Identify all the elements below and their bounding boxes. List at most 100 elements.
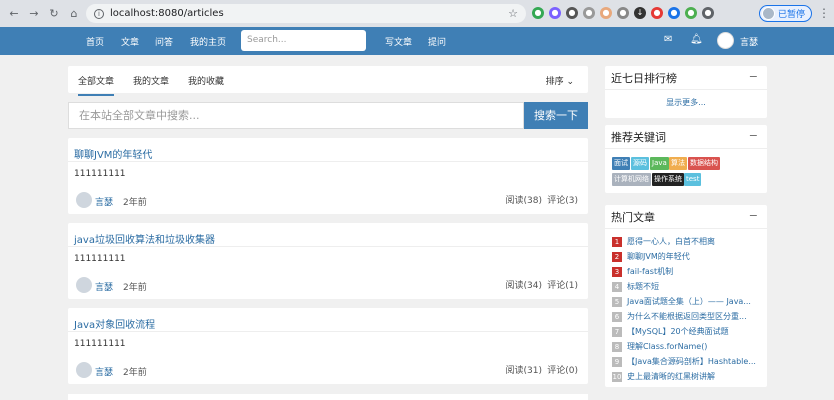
hot-article-link[interactable]: 【Java集合源码剖析】Hashtable... <box>627 357 756 366</box>
keyword-tag[interactable]: 源码 <box>631 157 649 170</box>
read-count: 阅读(34) <box>505 281 542 291</box>
nav-qa[interactable]: 问答 <box>155 35 173 48</box>
mail-icon[interactable]: ✉ <box>664 34 672 45</box>
extension-icon[interactable]: ● <box>651 7 663 19</box>
pause-label: 已暂停 <box>778 10 806 20</box>
nav-my-page[interactable]: 我的主页 <box>190 35 226 48</box>
forward-icon[interactable]: → <box>26 6 42 22</box>
nav-articles[interactable]: 文章 <box>121 35 139 48</box>
hot-article-link[interactable]: fail-fast机制 <box>627 267 673 276</box>
hot-article-link[interactable]: 聊聊JVM的年轻代 <box>627 252 690 261</box>
keywords-card: 推荐关键词 − 面试 源码 Java 算法 数据结构 计算机网络 操作系统 te… <box>605 125 767 193</box>
reload-icon[interactable]: ↻ <box>46 6 62 22</box>
keywords-title: 推荐关键词 <box>611 131 666 144</box>
hot-article-item[interactable]: 10 史上最清晰的红黑树讲解 <box>612 371 715 383</box>
ask-question-link[interactable]: 提问 <box>428 35 446 48</box>
hot-article-link[interactable]: 史上最清晰的红黑树讲解 <box>627 372 715 381</box>
url-text[interactable]: localhost:8080/articles <box>110 8 508 19</box>
collapse-icon[interactable]: − <box>749 70 758 83</box>
hot-articles-title: 热门文章 <box>611 211 655 224</box>
hot-article-link[interactable]: 【MySQL】20个经典面试题 <box>627 327 729 336</box>
username-link[interactable]: 言瑟 <box>740 35 758 48</box>
extension-icon[interactable]: ● <box>685 7 697 19</box>
collapse-icon[interactable]: − <box>749 129 758 142</box>
extension-icon[interactable]: ● <box>532 7 544 19</box>
hot-article-item[interactable]: 7 【MySQL】20个经典面试题 <box>612 326 729 338</box>
collapse-icon[interactable]: − <box>749 209 758 222</box>
rank-number: 1 <box>612 237 622 247</box>
article-title[interactable]: 聊聊JVM的年轻代 <box>74 146 152 161</box>
keyword-tag[interactable]: test <box>684 173 702 186</box>
keyword-tag[interactable]: 操作系统 <box>652 173 684 186</box>
author-link[interactable]: 言瑟 <box>95 195 113 208</box>
keyword-tag[interactable]: Java <box>650 157 669 170</box>
author-avatar[interactable] <box>76 277 92 293</box>
hot-article-item[interactable]: 2 聊聊JVM的年轻代 <box>612 251 690 263</box>
rank-number: 10 <box>612 372 622 382</box>
sort-dropdown[interactable]: 排序 ⌄ <box>546 74 574 87</box>
rank-number: 3 <box>612 267 622 277</box>
extension-icon[interactable]: ● <box>668 7 680 19</box>
article-title[interactable]: Java对象回收流程 <box>74 316 155 331</box>
article-title[interactable]: java垃圾回收算法和垃圾收集器 <box>74 231 215 246</box>
comment-count: 评论(0) <box>547 366 578 376</box>
hot-article-item[interactable]: 6 为什么不能根据返回类型区分重... <box>612 311 747 323</box>
keyword-tag[interactable]: 计算机网络 <box>612 173 651 186</box>
user-avatar[interactable] <box>717 32 734 49</box>
rank-number: 5 <box>612 297 622 307</box>
hot-article-link[interactable]: 愿得一心人，白首不相离 <box>627 237 715 246</box>
write-article-link[interactable]: 写文章 <box>385 35 412 48</box>
extension-icon[interactable]: ● <box>617 7 629 19</box>
keyword-tag[interactable]: 算法 <box>669 157 687 170</box>
tab-all-articles[interactable]: 全部文章 <box>78 74 115 96</box>
keyword-tag[interactable]: 面试 <box>612 157 630 170</box>
hot-article-item[interactable]: 1 愿得一心人，白首不相离 <box>612 236 715 248</box>
bookmark-star-icon[interactable]: ☆ <box>508 7 518 20</box>
rank-number: 7 <box>612 327 622 337</box>
download-icon[interactable]: ↓ <box>634 7 646 19</box>
hot-article-link[interactable]: 为什么不能根据返回类型区分重... <box>627 312 747 321</box>
article-card-partial <box>68 394 588 400</box>
bell-icon[interactable]: 🔔︎ <box>690 34 703 45</box>
navbar-search-input[interactable]: Search... <box>241 30 366 51</box>
profile-paused-button[interactable]: 已暂停 <box>759 5 813 22</box>
back-icon[interactable]: ← <box>6 6 22 22</box>
author-avatar[interactable] <box>76 192 92 208</box>
author-link[interactable]: 言瑟 <box>95 280 113 293</box>
comment-count: 评论(1) <box>547 281 578 291</box>
extension-icon[interactable]: ● <box>600 7 612 19</box>
article-search-input[interactable]: 在本站全部文章中搜索... <box>68 102 524 129</box>
author-link[interactable]: 言瑟 <box>95 365 113 378</box>
hot-article-link[interactable]: 理解Class.forName() <box>627 342 707 351</box>
divider <box>605 228 767 229</box>
home-icon[interactable]: ⌂ <box>66 6 82 22</box>
site-info-icon[interactable]: i <box>94 8 104 19</box>
puzzle-icon[interactable]: ● <box>702 7 714 19</box>
site-search: 在本站全部文章中搜索... 搜索一下 <box>68 102 588 129</box>
browser-menu-icon[interactable]: ⋮ <box>818 6 830 20</box>
nav-home[interactable]: 首页 <box>86 35 104 48</box>
tab-my-favorites[interactable]: 我的收藏 <box>188 74 224 87</box>
tab-my-articles[interactable]: 我的文章 <box>133 74 169 87</box>
hot-article-item[interactable]: 5 Java面试题全集（上）—— Java... <box>612 296 751 308</box>
extension-icon[interactable]: ● <box>549 7 561 19</box>
hot-article-item[interactable]: 4 标题不短 <box>612 281 659 293</box>
extension-icon[interactable]: ● <box>583 7 595 19</box>
divider <box>605 89 767 90</box>
author-avatar[interactable] <box>76 362 92 378</box>
show-more-link[interactable]: 显示更多... <box>605 97 767 108</box>
hot-article-link[interactable]: 标题不短 <box>627 282 659 291</box>
article-summary: 111111111 <box>74 254 126 264</box>
search-button[interactable]: 搜索一下 <box>524 102 588 129</box>
article-summary: 111111111 <box>74 339 126 349</box>
keyword-tag[interactable]: 数据结构 <box>688 157 720 170</box>
article-summary: 111111111 <box>74 169 126 179</box>
hot-article-item[interactable]: 8 理解Class.forName() <box>612 341 707 353</box>
hot-article-item[interactable]: 9 【Java集合源码剖析】Hashtable... <box>612 356 756 368</box>
hot-article-link[interactable]: Java面试题全集（上）—— Java... <box>627 297 751 306</box>
address-bar[interactable]: i localhost:8080/articles ☆ <box>86 4 526 23</box>
extension-icon[interactable]: ● <box>566 7 578 19</box>
article-card: java垃圾回收算法和垃圾收集器 111111111 言瑟 2年前 阅读(34)… <box>68 223 588 299</box>
hot-article-item[interactable]: 3 fail-fast机制 <box>612 266 673 278</box>
rank-number: 8 <box>612 342 622 352</box>
